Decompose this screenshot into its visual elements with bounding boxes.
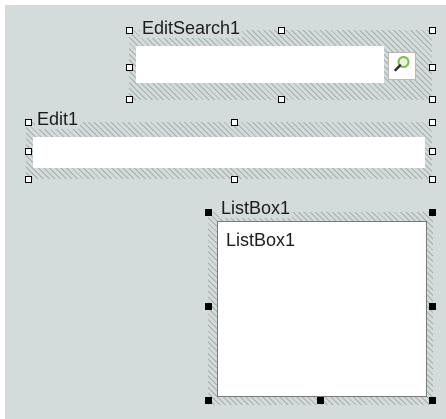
selection-handle[interactable]	[429, 119, 436, 126]
selection-handle[interactable]	[429, 176, 436, 183]
selection-handle[interactable]	[205, 303, 212, 310]
selection-handle[interactable]	[205, 397, 212, 404]
edit-input[interactable]	[33, 137, 425, 168]
selection-handle[interactable]	[126, 27, 133, 34]
edit-caption: Edit1	[35, 109, 81, 129]
selection-handle[interactable]	[429, 303, 436, 310]
selection-handle[interactable]	[317, 397, 324, 404]
selection-handle[interactable]	[25, 119, 32, 126]
search-button[interactable]	[388, 52, 416, 80]
form-design-canvas: EditSearch1 Edit1 ListBox1 ListBox1	[5, 5, 446, 419]
selection-handle[interactable]	[231, 176, 238, 183]
selection-handle[interactable]	[278, 96, 285, 103]
list-item[interactable]: ListBox1	[226, 230, 295, 250]
magnifier-icon	[392, 54, 412, 79]
selection-handle[interactable]	[25, 148, 32, 155]
selection-handle[interactable]	[429, 64, 436, 71]
selection-handle[interactable]	[205, 209, 212, 216]
selection-handle[interactable]	[429, 397, 436, 404]
selection-handle[interactable]	[278, 27, 285, 34]
selection-handle[interactable]	[231, 119, 238, 126]
selection-handle[interactable]	[429, 209, 436, 216]
selection-handle[interactable]	[429, 148, 436, 155]
selection-handle[interactable]	[126, 96, 133, 103]
selection-handle[interactable]	[429, 27, 436, 34]
selection-handle[interactable]	[429, 96, 436, 103]
selection-handle[interactable]	[25, 176, 32, 183]
listbox-area[interactable]: ListBox1	[217, 221, 427, 397]
listbox-caption: ListBox1	[219, 198, 293, 218]
selection-handle[interactable]	[126, 64, 133, 71]
edit-search-input[interactable]	[136, 46, 384, 83]
edit-search-caption: EditSearch1	[140, 18, 243, 38]
